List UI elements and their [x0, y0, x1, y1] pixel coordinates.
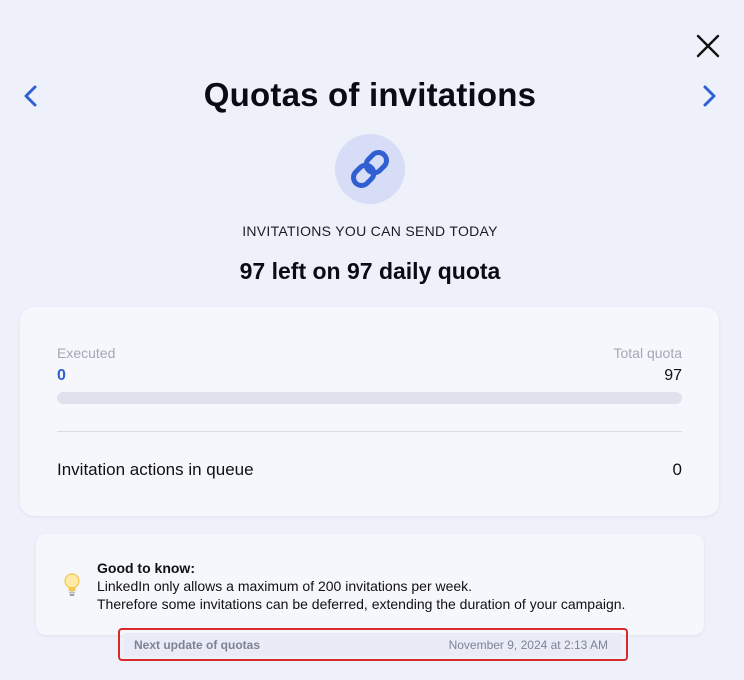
good-to-know-line-1: LinkedIn only allows a maximum of 200 in…: [97, 578, 473, 594]
good-to-know-line-2: Therefore some invitations can be deferr…: [97, 596, 626, 612]
executed-value: 0: [57, 367, 66, 384]
hero-icon-badge: [335, 134, 405, 204]
quota-modal: Quotas of invitations INVITATIONS YOU CA…: [0, 0, 744, 680]
quota-values-row: 0 97: [57, 367, 682, 385]
good-to-know-title: Good to know:: [97, 560, 195, 576]
quota-progress-bar: [57, 392, 682, 404]
total-quota-value: 97: [664, 367, 682, 384]
lightbulb-icon: [64, 573, 80, 596]
link-icon: [351, 150, 389, 188]
queue-row: Invitation actions in queue 0: [57, 460, 682, 480]
next-update-highlight: Next update of quotas November 9, 2024 a…: [118, 628, 628, 661]
good-to-know-card: Good to know: LinkedIn only allows a max…: [36, 534, 704, 635]
quota-subtitle: INVITATIONS YOU CAN SEND TODAY: [242, 223, 498, 239]
modal-title: Quotas of invitations: [203, 76, 537, 113]
good-to-know-text: Good to know: LinkedIn only allows a max…: [97, 559, 625, 613]
quota-card: Executed Total quota 0 97 Invitation act…: [20, 307, 719, 516]
queue-value: 0: [672, 460, 682, 479]
card-divider: [57, 431, 682, 432]
close-button[interactable]: [694, 32, 722, 60]
next-update-row: Next update of quotas November 9, 2024 a…: [124, 633, 622, 656]
quota-summary: 97 left on 97 daily quota: [239, 258, 501, 284]
queue-label: Invitation actions in queue: [57, 460, 254, 479]
next-update-label: Next update of quotas: [134, 637, 261, 652]
total-quota-label: Total quota: [613, 345, 683, 361]
executed-label: Executed: [57, 345, 116, 361]
next-update-value: November 9, 2024 at 2:13 AM: [448, 637, 608, 652]
close-icon: [696, 34, 720, 58]
quota-labels-row: Executed Total quota: [57, 345, 682, 361]
